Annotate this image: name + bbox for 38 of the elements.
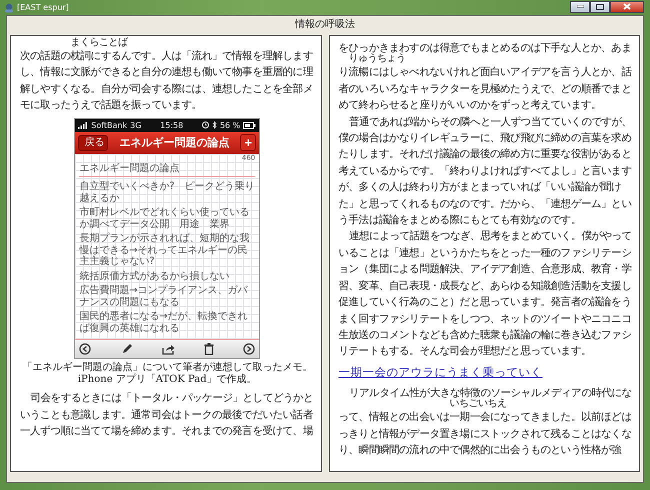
status-time: 15:58 <box>160 120 184 130</box>
app-icon <box>4 2 14 12</box>
add-button[interactable]: + <box>240 134 256 152</box>
section-heading-link[interactable]: 一期一会のアウラにうまく乗っていく <box>338 364 542 380</box>
close-button[interactable] <box>610 0 644 12</box>
forward-circle-icon[interactable] <box>243 343 256 356</box>
bluetooth-icon <box>212 121 217 130</box>
note-heading: エネルギー問題の論点 <box>79 162 256 178</box>
trash-icon[interactable] <box>204 343 214 356</box>
book-title: 情報の呼吸法 <box>294 18 356 32</box>
signal-icon <box>78 121 88 130</box>
battery-icon <box>243 122 256 129</box>
note-line: 長期プランが示されれば、短期的な我慢はできる→それってエネルギーの民主主義じゃない? <box>79 233 250 268</box>
back-button[interactable]: 戻る <box>78 134 108 151</box>
battery-percent: 56 % <box>220 120 240 130</box>
minimize-icon <box>576 5 584 8</box>
window-title: [EAST espur] <box>17 3 69 12</box>
note-title: エネルギー問題の論点 <box>118 135 230 150</box>
note-line: 統括原価方式があるから損しない <box>79 270 230 282</box>
maximize-icon <box>596 4 604 10</box>
paragraph: 連想によって話題をつなぎ、思考をまとめていく。僕がやっていることは「連想」というかたちをとった一種のファシリテーション（集団による問題解決、アイデア創造、合意形成、教育・学習、変革、自己表現・成長など、あらゆる知識創造活動を支援し促進していく行為のこと）だと思っています。発言者の議論をうまく回すファシリテートをしつつ、ネットのツイートやニコニコ生放送のコメントなども含めた聴衆も議論の輪に巻き込むファシリテートもする。そんな司会が理想だと思っています。 <box>338 229 633 360</box>
maximize-button[interactable] <box>590 0 610 12</box>
pencil-icon[interactable] <box>120 343 132 356</box>
figure-caption: 「エネルギー問題の論点」について筆者が連想して取ったメモ。iPhone アプリ「ATOK Pad」で作成。 <box>21 362 314 386</box>
paragraph: をひっかきまわすのは得意でもまとめるのは下手な人とか、あまり りゅうちょう 流暢にはしゃべれないけれど面白いアイデアを言う人とか、話者のいろいろなキャラクターを見極めたうえで、どの順番でまとめて終わらせると座りがいいのかをずっと考えています。 <box>338 41 633 114</box>
paragraph: 普通であれば端からその隣へと一人ずつ当てていくのですが、僕の場合はかなりイレギュラーに、飛び飛びに締めの言葉を求めたりします。それだけ議論の最後の締め方に重要な役割があると考えているからです。「終わりよければすべてよし」と言いますが、多くの人は終わり方がまとまっていれば「いい議論が聞けた」と思ってくれるものなのです。だから、「連想ゲーム」という手法は議論をまとめる際にもとても有効なのです。 <box>338 114 633 228</box>
close-icon <box>623 3 631 10</box>
network-type: 3G <box>130 120 142 130</box>
carrier-name: SoftBank <box>91 120 128 130</box>
paragraph: リアルタイム性が大きな特徴のソーシャルメディアの時代になって、情報との出会いは いちごいちえ 一期一会になってきました。以前ほどはっきりと情報がデータ置き場にストックされて残ることはなくなり、瞬間瞬間の流れの中で偶然的に出会うものという性格が強 <box>338 386 633 458</box>
note-line: 市町村レベルでどれくらい使っているか調べてデータ公開 用途 業界 <box>79 207 250 230</box>
minimize-button[interactable] <box>570 0 590 12</box>
paragraph: 司会をするときには「トータル・パッケージ」としてどうかということも意識します。通常司会はトークの最後でだいたい話者一人ずつ順に当てて場を締めます。それまでの発言を受けて、場 <box>20 391 314 439</box>
share-icon[interactable] <box>162 343 175 356</box>
note-line: 自立型でいくべきか? ピークどう乗り越えるか <box>79 181 256 204</box>
note-line: 広告費問題→コンプライアンス、ガバナンスの問題にもなる <box>79 285 249 308</box>
back-circle-icon[interactable] <box>79 343 92 356</box>
note-line: 国民的悪者になる→だが、転換できれば復興の英雄になれる <box>79 311 249 334</box>
